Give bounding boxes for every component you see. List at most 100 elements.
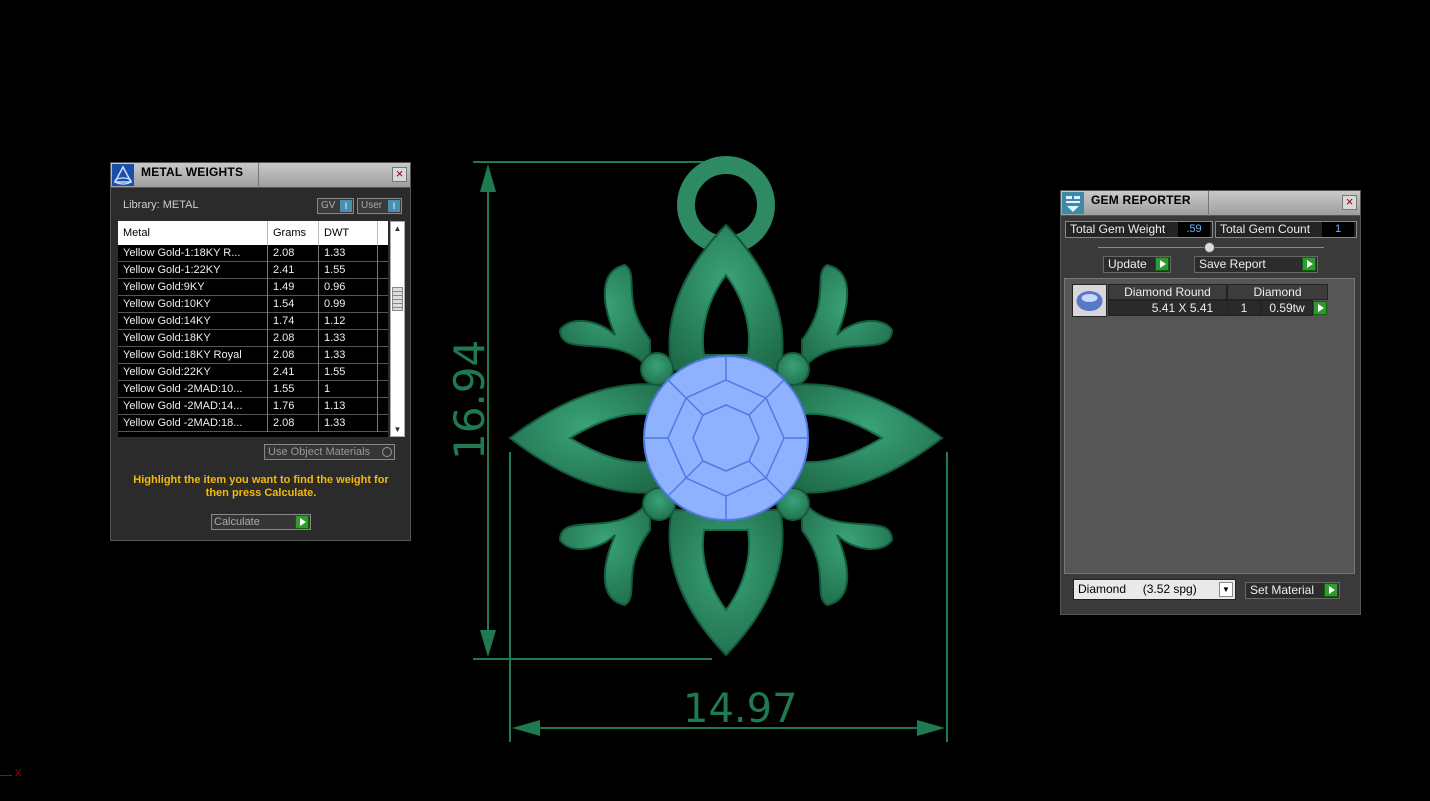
gem-reporter-title: GEM REPORTER: [1091, 193, 1191, 207]
gem-list[interactable]: Diamond Round Diamond 5.41 X 5.41 1 0.59…: [1064, 278, 1355, 574]
play-arrow-icon: [295, 515, 309, 529]
arm-top-left: [558, 263, 651, 373]
gem-slider-handle[interactable]: [1204, 242, 1215, 253]
set-material-label: Set Material: [1250, 583, 1315, 597]
toggle-icon: I: [340, 200, 352, 212]
cell-dwt: 1.33: [319, 245, 378, 262]
cell-dwt: 1.33: [319, 415, 378, 432]
cell-grams: 2.08: [268, 415, 319, 432]
use-object-materials-label: Use Object Materials: [268, 446, 371, 458]
cell-metal: Yellow Gold:9KY: [118, 279, 268, 296]
round-diamond-icon: [1072, 284, 1107, 317]
cell-grams: 1.76: [268, 398, 319, 415]
metal-table-header: Metal Grams DWT: [118, 221, 388, 245]
cell-metal: Yellow Gold:22KY: [118, 364, 268, 381]
close-icon[interactable]: ×: [392, 167, 407, 182]
gem-weight: 0.59tw: [1261, 300, 1313, 316]
gem-name: Diamond Round: [1108, 284, 1227, 300]
cell-dwt: 1.13: [319, 398, 378, 415]
metal-table-scrollbar[interactable]: ▲ ▼: [390, 221, 405, 437]
use-object-materials-toggle[interactable]: Use Object Materials: [264, 444, 395, 460]
toggle-icon: I: [388, 200, 400, 212]
close-icon[interactable]: ×: [1342, 195, 1357, 210]
calculate-button[interactable]: Calculate: [211, 514, 311, 530]
column-header-dwt[interactable]: DWT: [319, 221, 378, 245]
chevron-down-icon: ▼: [1219, 582, 1233, 597]
update-label: Update: [1108, 257, 1147, 271]
table-row[interactable]: Yellow Gold:18KY 2.08 1.33: [118, 330, 388, 347]
arm-bottom-right: [801, 497, 894, 607]
user-toggle[interactable]: User I: [357, 198, 402, 214]
gem-detail-arrow-icon[interactable]: [1313, 301, 1327, 315]
scroll-up-icon[interactable]: ▲: [393, 224, 402, 233]
gv-toggle[interactable]: GV I: [317, 198, 354, 214]
height-dimension-label: 16.94: [445, 340, 494, 460]
table-row[interactable]: Yellow Gold -2MAD:10... 1.55 1: [118, 381, 388, 398]
cell-dwt: 1.33: [319, 330, 378, 347]
cell-metal: Yellow Gold-1:18KY R...: [118, 245, 268, 262]
cell-metal: Yellow Gold:18KY: [118, 330, 268, 347]
cell-dwt: 1.33: [319, 347, 378, 364]
table-row[interactable]: Yellow Gold:10KY 1.54 0.99: [118, 296, 388, 313]
cell-metal: Yellow Gold -2MAD:14...: [118, 398, 268, 415]
cell-dwt: 1: [319, 381, 378, 398]
cell-dwt: 1.55: [319, 364, 378, 381]
table-row[interactable]: Yellow Gold:18KY Royal 2.08 1.33: [118, 347, 388, 364]
column-header-grams[interactable]: Grams: [268, 221, 319, 245]
width-arrow-right: [917, 720, 945, 736]
play-arrow-icon: [1302, 257, 1316, 271]
width-dimension-label: 14.97: [683, 686, 798, 732]
table-row[interactable]: Yellow Gold:14KY 1.74 1.12: [118, 313, 388, 330]
scroll-down-icon[interactable]: ▼: [393, 425, 402, 434]
table-row[interactable]: Yellow Gold-1:22KY 2.41 1.55: [118, 262, 388, 279]
update-button[interactable]: Update: [1103, 256, 1171, 273]
cell-metal: Yellow Gold-1:22KY: [118, 262, 268, 279]
height-arrow-top: [480, 164, 496, 192]
user-toggle-label: User: [361, 200, 383, 211]
table-row[interactable]: Yellow Gold:22KY 2.41 1.55: [118, 364, 388, 381]
play-arrow-icon: [1155, 257, 1169, 271]
cell-grams: 2.08: [268, 245, 319, 262]
cell-grams: 1.54: [268, 296, 319, 313]
save-report-button[interactable]: Save Report: [1194, 256, 1318, 273]
total-gem-weight-field: Total Gem Weight .59: [1065, 221, 1213, 238]
metal-table[interactable]: Metal Grams DWT Yellow Gold-1:18KY R... 2…: [118, 221, 388, 437]
cell-metal: Yellow Gold -2MAD:10...: [118, 381, 268, 398]
gem-reporter-panel: GEM REPORTER × Total Gem Weight .59 Tota…: [1060, 190, 1361, 615]
play-arrow-icon: [1324, 583, 1338, 597]
cell-dwt: 1.12: [319, 313, 378, 330]
set-material-button[interactable]: Set Material: [1245, 582, 1340, 599]
gem-material: Diamond: [1227, 284, 1328, 300]
cell-metal: Yellow Gold -2MAD:18...: [118, 415, 268, 432]
arm-bottom-left: [558, 497, 651, 607]
cell-grams: 1.49: [268, 279, 319, 296]
metal-weights-title: METAL WEIGHTS: [141, 165, 244, 179]
cell-grams: 1.74: [268, 313, 319, 330]
metal-weights-panel: METAL WEIGHTS × Library: METAL GV I User…: [110, 162, 411, 541]
gem-list-item[interactable]: Diamond Round Diamond 5.41 X 5.41 1 0.59…: [1072, 284, 1328, 318]
table-row[interactable]: Yellow Gold:9KY 1.49 0.96: [118, 279, 388, 296]
cell-grams: 2.41: [268, 262, 319, 279]
cad-viewport[interactable]: 16.94 14.97 X METAL WEIGHTS × Library: M…: [0, 0, 1430, 801]
calculate-label: Calculate: [214, 516, 260, 528]
material-select-value: Diamond (3.52 spg): [1078, 582, 1197, 596]
total-gem-weight-value: .59: [1178, 222, 1210, 237]
table-row[interactable]: Yellow Gold -2MAD:14... 1.76 1.13: [118, 398, 388, 415]
gem-reporter-titlebar[interactable]: GEM REPORTER ×: [1061, 191, 1360, 216]
cell-grams: 2.08: [268, 347, 319, 364]
column-header-metal[interactable]: Metal: [118, 221, 268, 245]
cell-dwt: 0.96: [319, 279, 378, 296]
scroll-thumb[interactable]: [392, 287, 403, 311]
cell-grams: 2.08: [268, 330, 319, 347]
material-select[interactable]: Diamond (3.52 spg) ▼: [1073, 579, 1236, 600]
diamond-gem: [643, 355, 809, 521]
arm-top-right: [801, 263, 894, 373]
axis-line: [0, 775, 12, 776]
radio-icon: [382, 447, 392, 457]
metal-weights-titlebar[interactable]: METAL WEIGHTS ×: [111, 163, 410, 188]
table-row[interactable]: Yellow Gold -2MAD:18... 2.08 1.33: [118, 415, 388, 432]
save-report-label: Save Report: [1199, 257, 1266, 271]
total-gem-count-label: Total Gem Count: [1220, 222, 1311, 236]
height-arrow-bottom: [480, 630, 496, 657]
table-row[interactable]: Yellow Gold-1:18KY R... 2.08 1.33: [118, 245, 388, 262]
